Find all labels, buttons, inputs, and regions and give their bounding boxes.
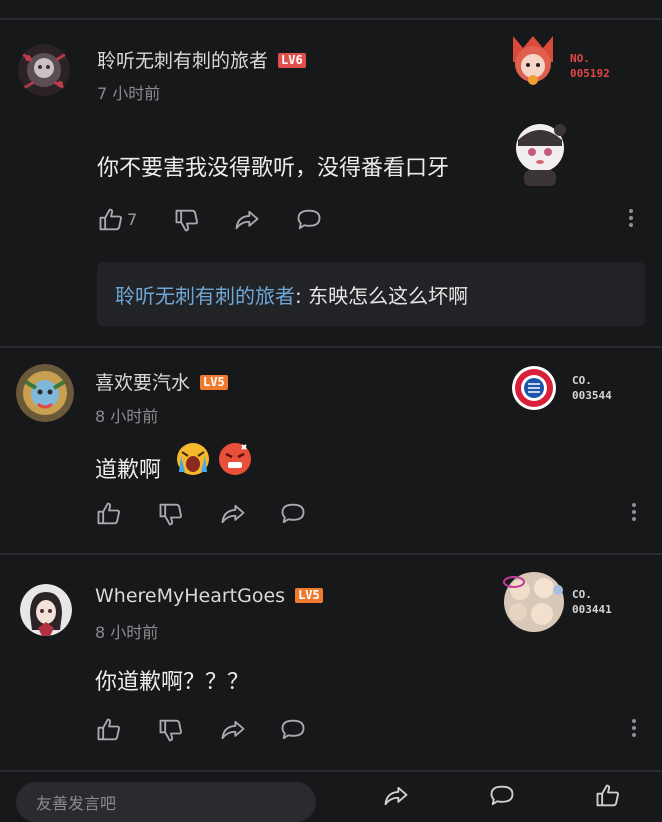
dislike-button[interactable] bbox=[173, 206, 203, 236]
comment-text: 道歉啊 bbox=[95, 458, 162, 483]
user-avatar[interactable] bbox=[16, 364, 74, 422]
thumb-down-icon bbox=[159, 503, 182, 526]
thumb-up-icon bbox=[97, 502, 120, 525]
badge-label: NO. bbox=[570, 52, 590, 65]
username-text[interactable]: 聆听无刺有刺的旅者 bbox=[97, 50, 268, 72]
share-button[interactable] bbox=[219, 716, 249, 746]
reply-placeholder: 友善发言吧 bbox=[36, 794, 117, 813]
more-options-button[interactable] bbox=[627, 206, 635, 236]
user-avatar[interactable] bbox=[20, 584, 72, 636]
thumb-down-icon bbox=[175, 209, 198, 232]
share-icon bbox=[235, 210, 259, 230]
comment-actions bbox=[95, 500, 640, 530]
reply-button[interactable] bbox=[279, 500, 309, 530]
comment-divider bbox=[0, 553, 662, 555]
badge-label: CO. bbox=[572, 374, 592, 387]
reply-preview[interactable]: 聆听无刺有刺的旅者: 东映怎么这么坏啊 bbox=[97, 262, 645, 326]
fan-badge[interactable]: CO. 003441 bbox=[500, 568, 640, 638]
comment-text: 你不要害我没得歌听，没得番看口牙 bbox=[97, 156, 450, 181]
thumb-up-icon bbox=[99, 208, 122, 231]
more-dot-icon bbox=[632, 726, 636, 730]
level-badge: LV5 bbox=[295, 588, 323, 603]
badge-label: CO. bbox=[572, 588, 592, 601]
username-text[interactable]: WhereMyHeartGoes bbox=[95, 585, 285, 607]
comment-button[interactable] bbox=[488, 782, 518, 812]
level-badge: LV5 bbox=[200, 375, 228, 390]
comment-content: 你不要害我没得歌听，没得番看口牙 bbox=[97, 150, 449, 182]
more-options-button[interactable] bbox=[630, 716, 638, 746]
more-dot-icon bbox=[629, 216, 633, 220]
comment-divider bbox=[0, 346, 662, 348]
more-dot-icon bbox=[629, 223, 633, 227]
more-dot-icon bbox=[632, 517, 636, 521]
thumb-down-icon bbox=[159, 719, 182, 742]
like-button[interactable] bbox=[95, 500, 125, 530]
crying-face-emote bbox=[176, 442, 210, 476]
share-icon bbox=[221, 504, 245, 524]
comment-icon bbox=[490, 785, 514, 806]
comment-icon bbox=[281, 719, 305, 740]
more-dot-icon bbox=[629, 209, 633, 213]
comment-content: 你道歉啊？？？ bbox=[95, 664, 249, 696]
comment-time: 7 小时前 bbox=[97, 84, 161, 103]
sticker-emote bbox=[510, 118, 570, 188]
badge-number: 003441 bbox=[572, 603, 612, 616]
more-options-button[interactable] bbox=[630, 500, 638, 530]
share-button[interactable] bbox=[219, 500, 249, 530]
dislike-button[interactable] bbox=[157, 716, 187, 746]
like-count: 7 bbox=[127, 210, 138, 229]
angry-face-emote bbox=[218, 442, 252, 476]
comment-actions bbox=[95, 716, 640, 746]
like-button[interactable] bbox=[97, 206, 127, 236]
share-icon bbox=[384, 786, 408, 806]
share-button[interactable] bbox=[382, 782, 412, 812]
username[interactable]: 聆听无刺有刺的旅者 LV6 bbox=[97, 46, 306, 73]
comment-icon bbox=[297, 209, 321, 230]
fan-badge[interactable]: NO. 005192 bbox=[503, 32, 633, 88]
level-badge: LV6 bbox=[278, 53, 306, 68]
like-button[interactable] bbox=[95, 716, 125, 746]
comment-time: 8 小时前 bbox=[95, 407, 159, 426]
bottom-bar: 友善发言吧 bbox=[0, 770, 662, 822]
user-avatar[interactable] bbox=[18, 44, 70, 96]
username[interactable]: 喜欢要汽水 LV5 bbox=[95, 368, 228, 395]
share-button[interactable] bbox=[233, 206, 263, 236]
badge-number: 003544 bbox=[572, 389, 612, 402]
reply-text: 聆听无刺有刺的旅者: 东映怎么这么坏啊 bbox=[115, 280, 468, 309]
reply-input[interactable]: 友善发言吧 bbox=[16, 782, 316, 822]
more-dot-icon bbox=[632, 733, 636, 737]
reply-content: : 东映怎么这么坏啊 bbox=[295, 284, 469, 308]
reply-button[interactable] bbox=[279, 716, 309, 746]
top-divider bbox=[0, 0, 662, 20]
badge-number: 005192 bbox=[570, 67, 610, 80]
thumb-up-icon bbox=[596, 784, 619, 807]
dislike-button[interactable] bbox=[157, 500, 187, 530]
more-dot-icon bbox=[632, 510, 636, 514]
like-button[interactable] bbox=[594, 782, 624, 812]
thumb-up-icon bbox=[97, 718, 120, 741]
more-dot-icon bbox=[632, 719, 636, 723]
comment-text: 你道歉啊？？？ bbox=[95, 670, 250, 695]
fan-badge[interactable]: CO. 003544 bbox=[510, 364, 640, 414]
username[interactable]: WhereMyHeartGoes LV5 bbox=[95, 585, 323, 607]
share-icon bbox=[221, 720, 245, 740]
username-text[interactable]: 喜欢要汽水 bbox=[95, 372, 190, 394]
comment-actions: 7 bbox=[97, 206, 637, 236]
more-dot-icon bbox=[632, 503, 636, 507]
comment-icon bbox=[281, 503, 305, 524]
reply-author[interactable]: 聆听无刺有刺的旅者 bbox=[115, 284, 295, 308]
comment-content: 道歉啊 bbox=[95, 452, 161, 484]
comment-time: 8 小时前 bbox=[95, 623, 159, 642]
reply-button[interactable] bbox=[295, 206, 325, 236]
